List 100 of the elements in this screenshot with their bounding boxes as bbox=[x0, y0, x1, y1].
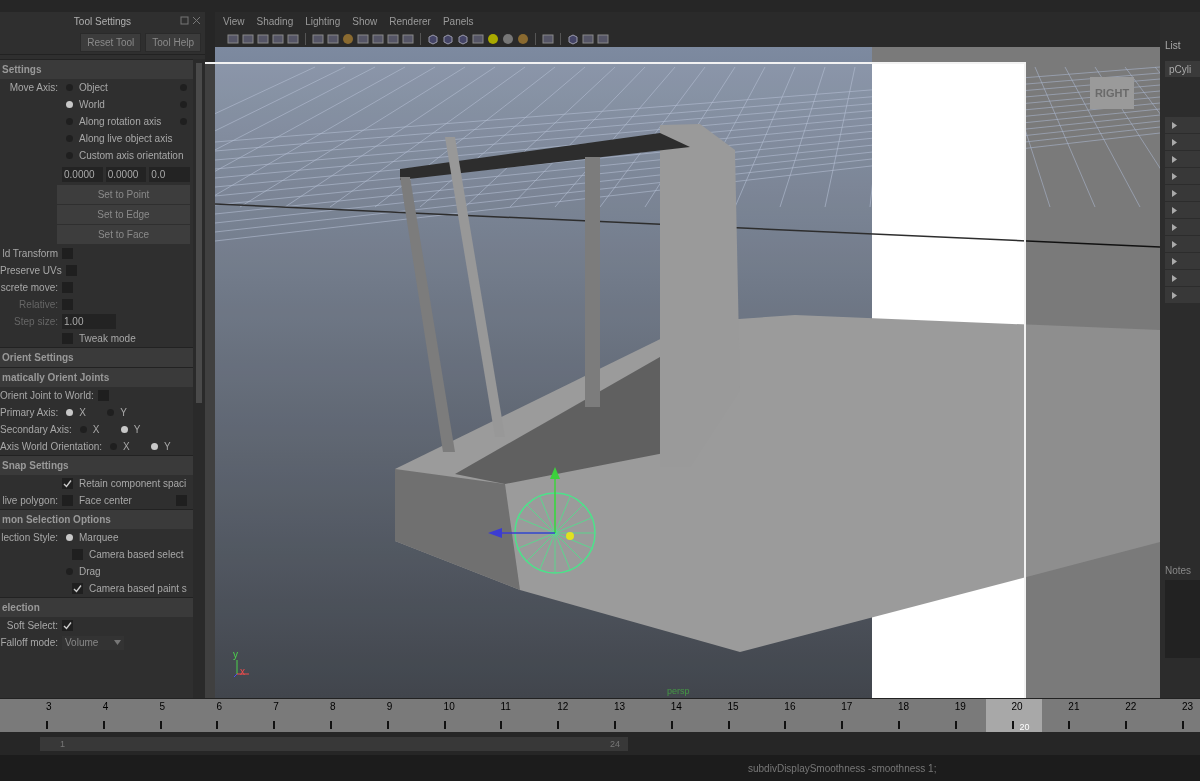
time-slider[interactable]: 3 4 5 6 7 8 9 10 11 12 13 14 15 16 17 18 19 20 20 21 22 23 bbox=[0, 698, 1200, 732]
frame-number: 18 bbox=[897, 701, 910, 712]
expand-arrow-icon[interactable] bbox=[1171, 121, 1178, 129]
tool-button[interactable]: Reset Tool bbox=[80, 32, 142, 52]
move-manipulator-icon[interactable] bbox=[488, 467, 596, 574]
frame-number: 6 bbox=[216, 701, 222, 712]
range-start[interactable]: 1 bbox=[60, 738, 65, 749]
checkbox[interactable] bbox=[62, 478, 73, 489]
number-field[interactable]: 0.0 bbox=[149, 166, 190, 182]
square-icon[interactable] bbox=[357, 32, 369, 45]
cube-icon[interactable] bbox=[427, 32, 439, 45]
frame-number: 8 bbox=[330, 701, 336, 712]
frame-number: 7 bbox=[273, 701, 279, 712]
cube-icon[interactable] bbox=[567, 32, 579, 45]
checkbox[interactable] bbox=[62, 620, 73, 631]
menu-item[interactable]: Renderer bbox=[389, 15, 431, 27]
expand-arrow-icon[interactable] bbox=[1171, 223, 1178, 231]
node-name-field[interactable]: pCyli bbox=[1165, 61, 1200, 77]
square-icon[interactable] bbox=[257, 32, 269, 45]
checkbox-label: Camera based paint s bbox=[89, 583, 187, 594]
expand-arrow-icon[interactable] bbox=[1171, 172, 1178, 180]
frame-number: 9 bbox=[386, 701, 393, 712]
axis-label: y bbox=[233, 649, 238, 660]
checkbox-label: Camera based select bbox=[89, 549, 184, 560]
field-label: lection Style: bbox=[1, 532, 58, 543]
number-field[interactable]: 0.0000 bbox=[105, 166, 147, 182]
sphere-icon[interactable] bbox=[487, 32, 499, 45]
expand-arrow-icon[interactable] bbox=[1171, 240, 1178, 248]
section-header[interactable]: Snap Settings bbox=[0, 455, 193, 475]
field-label: live polygon: bbox=[2, 495, 58, 506]
menu-item[interactable]: Panels bbox=[442, 15, 474, 27]
field-label: Secondary Axis: bbox=[0, 424, 72, 435]
number-field[interactable]: 0.0000 bbox=[62, 166, 103, 182]
menu-item[interactable]: Shading bbox=[256, 15, 294, 27]
float-icon[interactable] bbox=[180, 16, 189, 25]
menu-item[interactable]: Show bbox=[352, 15, 378, 27]
radio-label: X bbox=[79, 407, 87, 418]
field-label: Primary Axis: bbox=[0, 407, 59, 418]
frame-number: 12 bbox=[557, 701, 569, 712]
frame-number: 23 bbox=[1181, 701, 1194, 712]
square-icon[interactable] bbox=[272, 32, 284, 45]
radio-button[interactable] bbox=[120, 426, 128, 433]
sphere-icon[interactable] bbox=[517, 32, 529, 45]
frame-number: 14 bbox=[670, 701, 682, 712]
tool-button[interactable]: Tool Help bbox=[145, 32, 201, 52]
menu-item[interactable]: Lighting bbox=[305, 15, 341, 27]
set-button[interactable]: Set to Face bbox=[57, 225, 190, 244]
sphere-icon[interactable] bbox=[342, 32, 354, 45]
square-icon[interactable] bbox=[372, 32, 384, 45]
section-header[interactable]: Settings bbox=[0, 59, 193, 79]
frame-number: 5 bbox=[159, 701, 166, 712]
expand-arrow-icon[interactable] bbox=[1171, 155, 1178, 163]
radio-label: Along rotation axis bbox=[79, 116, 162, 127]
checkbox[interactable] bbox=[72, 583, 83, 594]
caret-icon bbox=[114, 640, 121, 645]
section-header[interactable]: Orient Settings bbox=[0, 347, 193, 367]
scrollbar[interactable] bbox=[193, 59, 205, 698]
frame-number: 17 bbox=[841, 701, 853, 712]
set-button[interactable]: Set to Point bbox=[57, 185, 190, 204]
field-label: screte move: bbox=[0, 282, 58, 293]
set-button[interactable]: Set to Edge bbox=[57, 205, 190, 224]
section-header[interactable]: matically Orient Joints bbox=[0, 367, 193, 387]
radio-button[interactable] bbox=[151, 443, 159, 450]
expand-arrow-icon[interactable] bbox=[1171, 257, 1178, 265]
frame-number: 21 bbox=[1068, 701, 1080, 712]
frame-number: 15 bbox=[727, 701, 739, 712]
falloff-dropdown[interactable]: Volume bbox=[62, 635, 124, 650]
radio-label: World bbox=[79, 99, 105, 110]
frame-number: 22 bbox=[1125, 701, 1137, 712]
sphere-icon[interactable] bbox=[502, 32, 514, 45]
cube-icon[interactable] bbox=[457, 32, 469, 45]
radio-label: Y bbox=[120, 407, 128, 418]
square-icon[interactable] bbox=[327, 32, 339, 45]
section-header[interactable]: election bbox=[0, 597, 193, 617]
field-label: Soft Select: bbox=[6, 620, 58, 631]
section-header[interactable]: mon Selection Options bbox=[0, 509, 193, 529]
axis-label: x bbox=[240, 666, 245, 677]
close-icon[interactable] bbox=[192, 16, 201, 25]
radio-label: Y bbox=[133, 424, 142, 435]
frame-number: 10 bbox=[443, 701, 455, 712]
radio-label: Drag bbox=[79, 566, 101, 577]
expand-arrow-icon[interactable] bbox=[1171, 274, 1178, 282]
frame-number: 19 bbox=[954, 701, 966, 712]
expand-arrow-icon[interactable] bbox=[1171, 206, 1178, 214]
menu-item[interactable]: View bbox=[223, 15, 245, 27]
radio-button[interactable] bbox=[66, 409, 74, 416]
expand-arrow-icon[interactable] bbox=[1171, 189, 1178, 197]
panel-title: List bbox=[1165, 40, 1182, 51]
square-icon[interactable] bbox=[402, 32, 414, 45]
radio-button[interactable] bbox=[66, 534, 73, 541]
field-label: Falloff mode: bbox=[0, 637, 58, 648]
expand-arrow-icon[interactable] bbox=[1171, 138, 1178, 146]
radio-button[interactable] bbox=[66, 101, 73, 108]
radio-label: Y bbox=[164, 441, 172, 452]
square-icon[interactable] bbox=[387, 32, 399, 45]
square-icon[interactable] bbox=[582, 32, 594, 45]
expand-arrow-icon[interactable] bbox=[1171, 291, 1178, 299]
radio-label: X bbox=[92, 424, 101, 435]
cube-icon[interactable] bbox=[442, 32, 454, 45]
frame-number: 4 bbox=[102, 701, 109, 712]
